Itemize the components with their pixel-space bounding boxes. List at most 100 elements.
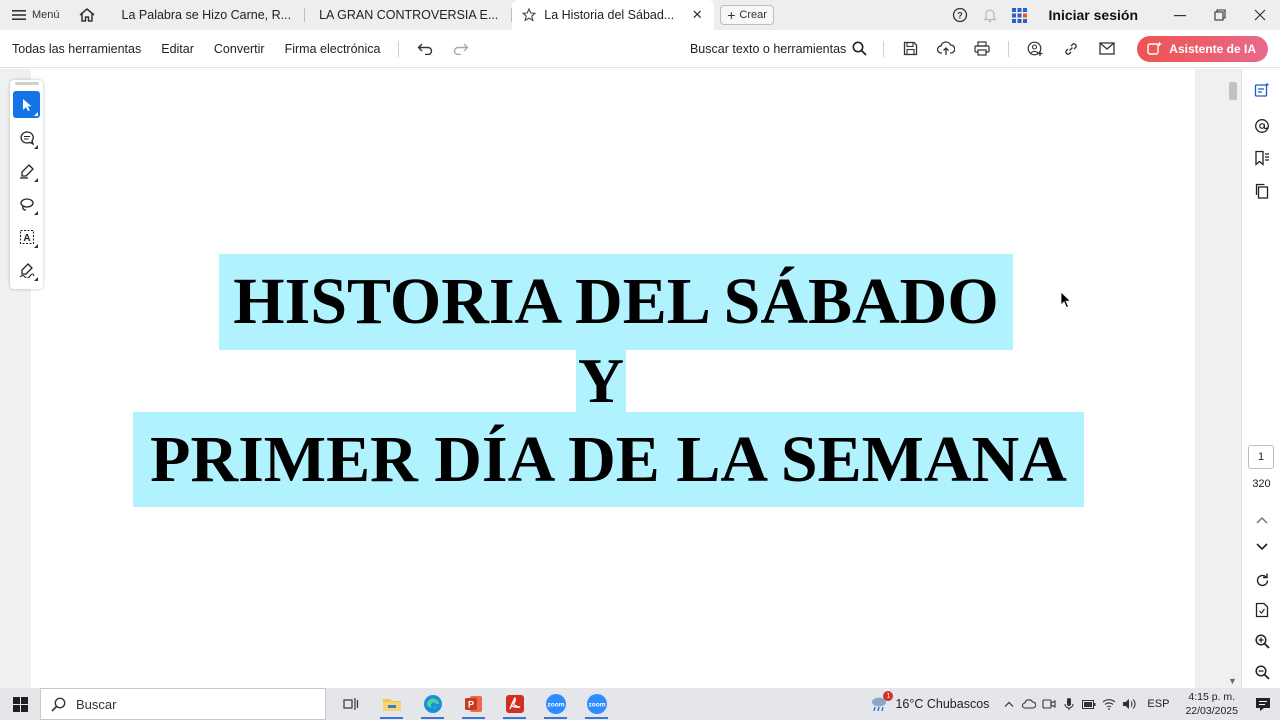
svg-text:P: P bbox=[467, 700, 473, 710]
help-button[interactable]: ? bbox=[945, 0, 975, 30]
bookmarks-panel-button[interactable] bbox=[1251, 147, 1273, 169]
highlight-tool-button[interactable] bbox=[13, 157, 40, 184]
powerpoint-app[interactable]: P bbox=[453, 688, 494, 720]
chevron-up-icon bbox=[1256, 516, 1268, 524]
edit-menu[interactable]: Editar bbox=[151, 42, 204, 56]
title-line-1: HISTORIA DEL SÁBADO bbox=[219, 254, 1013, 350]
file-explorer-app[interactable] bbox=[371, 688, 412, 720]
clock-date: 22/03/2025 bbox=[1185, 705, 1238, 717]
undo-button[interactable] bbox=[407, 34, 443, 64]
onedrive-tray-icon[interactable] bbox=[1019, 688, 1039, 720]
tab-controversia[interactable]: LA GRAN CONTROVERSIA E... bbox=[305, 0, 513, 30]
ai-assistant-button[interactable]: Asistente de IA bbox=[1137, 35, 1268, 62]
minimize-icon bbox=[1174, 15, 1186, 17]
save-button[interactable] bbox=[892, 34, 928, 64]
zoom-in-button[interactable] bbox=[1251, 630, 1273, 652]
apps-button[interactable] bbox=[1005, 0, 1035, 30]
text-box-tool-button[interactable]: A bbox=[13, 223, 40, 250]
close-tab-icon[interactable]: ✕ bbox=[690, 7, 704, 23]
main-toolbar: Todas las herramientas Editar Convertir … bbox=[0, 30, 1280, 68]
rotate-button[interactable] bbox=[1251, 569, 1273, 591]
scrollbar-thumb[interactable] bbox=[1229, 82, 1237, 100]
home-button[interactable] bbox=[72, 0, 102, 30]
zoom-app-1[interactable]: zoom bbox=[535, 688, 576, 720]
tab-palabra[interactable]: La Palabra se Hizo Carne, R... bbox=[108, 0, 306, 30]
svg-text:?: ? bbox=[957, 11, 963, 21]
next-page-button[interactable] bbox=[1251, 536, 1273, 558]
select-tool-button[interactable] bbox=[13, 91, 40, 118]
sign-tool-button[interactable] bbox=[13, 256, 40, 283]
star-icon[interactable] bbox=[522, 8, 537, 22]
weather-alert-badge: 1 bbox=[883, 691, 894, 701]
chevron-up-icon bbox=[1004, 701, 1014, 707]
search-icon bbox=[852, 41, 867, 56]
comment-tool-button[interactable] bbox=[13, 124, 40, 151]
meet-now-tray-icon[interactable] bbox=[1039, 688, 1059, 720]
ai-summary-button[interactable] bbox=[1251, 79, 1273, 101]
restore-button[interactable] bbox=[1200, 0, 1240, 30]
current-page-input[interactable]: 1 bbox=[1248, 445, 1274, 469]
text-box-icon: A bbox=[19, 229, 34, 244]
acrobat-app[interactable] bbox=[494, 688, 535, 720]
edge-browser-app[interactable] bbox=[412, 688, 453, 720]
hamburger-icon bbox=[12, 10, 26, 20]
all-tools-menu[interactable]: Todas las herramientas bbox=[0, 42, 151, 56]
save-icon bbox=[903, 41, 917, 56]
scroll-down-arrow-icon[interactable]: ▼ bbox=[1228, 676, 1237, 686]
microphone-tray-icon[interactable] bbox=[1059, 688, 1079, 720]
right-rail: 1 320 bbox=[1241, 69, 1280, 688]
draw-tool-button[interactable] bbox=[13, 190, 40, 217]
edge-icon bbox=[423, 695, 442, 713]
convert-menu[interactable]: Convertir bbox=[204, 42, 275, 56]
wifi-tray-icon[interactable] bbox=[1099, 688, 1119, 720]
create-label: Crear bbox=[739, 9, 767, 21]
start-button[interactable] bbox=[0, 688, 40, 720]
tab-historia-sabado[interactable]: La Historia del Sábad... ✕ bbox=[512, 0, 715, 30]
vertical-scrollbar[interactable]: ▼ bbox=[1226, 78, 1240, 688]
share-user-button[interactable] bbox=[1017, 34, 1053, 64]
folder-icon bbox=[382, 699, 401, 711]
tab-bar: Menú La Palabra se Hizo Carne, R... LA G… bbox=[0, 0, 1280, 30]
search-tools-button[interactable]: Buscar texto o herramientas bbox=[690, 41, 875, 56]
ai-sparkle-icon bbox=[1147, 41, 1163, 55]
menu-button[interactable]: Menú bbox=[0, 0, 72, 30]
previous-page-button[interactable] bbox=[1251, 509, 1273, 531]
create-button[interactable]: + Crear bbox=[720, 5, 774, 25]
lasso-draw-icon bbox=[19, 197, 34, 211]
email-button[interactable] bbox=[1089, 34, 1125, 64]
zoom-out-button[interactable] bbox=[1251, 661, 1273, 683]
close-window-button[interactable] bbox=[1240, 0, 1280, 30]
drag-handle[interactable] bbox=[14, 82, 39, 85]
copy-pages-icon bbox=[1255, 183, 1269, 199]
minimize-button[interactable] bbox=[1160, 0, 1200, 30]
print-button[interactable] bbox=[964, 34, 1000, 64]
zoom-out-icon bbox=[1254, 664, 1270, 680]
add-user-icon bbox=[1027, 41, 1043, 56]
svg-text:A: A bbox=[23, 233, 30, 244]
total-pages-label: 320 bbox=[1252, 478, 1271, 490]
show-hidden-icons-button[interactable] bbox=[999, 688, 1019, 720]
redo-button[interactable] bbox=[443, 34, 479, 64]
volume-tray-icon[interactable] bbox=[1119, 688, 1139, 720]
toolbar-divider bbox=[1008, 40, 1010, 57]
task-view-button[interactable] bbox=[330, 688, 371, 720]
pages-panel-button[interactable] bbox=[1251, 180, 1273, 202]
upload-cloud-button[interactable] bbox=[928, 34, 964, 64]
link-icon bbox=[1065, 42, 1078, 55]
taskbar-search-box[interactable]: Buscar bbox=[40, 688, 326, 720]
cloud-upload-icon bbox=[937, 41, 956, 55]
comments-panel-button[interactable] bbox=[1251, 115, 1273, 137]
language-indicator[interactable]: ESP bbox=[1139, 698, 1177, 710]
cursor-arrow-icon bbox=[22, 98, 31, 111]
esign-menu[interactable]: Firma electrónica bbox=[275, 42, 391, 56]
clock[interactable]: 4:15 p. m. 22/03/2025 bbox=[1177, 690, 1246, 718]
clock-time: 4:15 p. m. bbox=[1188, 691, 1236, 703]
link-button[interactable] bbox=[1053, 34, 1089, 64]
notifications-button[interactable] bbox=[975, 0, 1005, 30]
page-layout-button[interactable] bbox=[1251, 599, 1273, 621]
notification-center-button[interactable] bbox=[1246, 688, 1280, 720]
battery-tray-icon[interactable] bbox=[1079, 688, 1099, 720]
zoom-app-2[interactable]: zoom bbox=[576, 688, 617, 720]
signin-button[interactable]: Iniciar sesión bbox=[1035, 7, 1160, 23]
weather-widget[interactable]: 1 16°C Chubascos bbox=[869, 691, 999, 713]
